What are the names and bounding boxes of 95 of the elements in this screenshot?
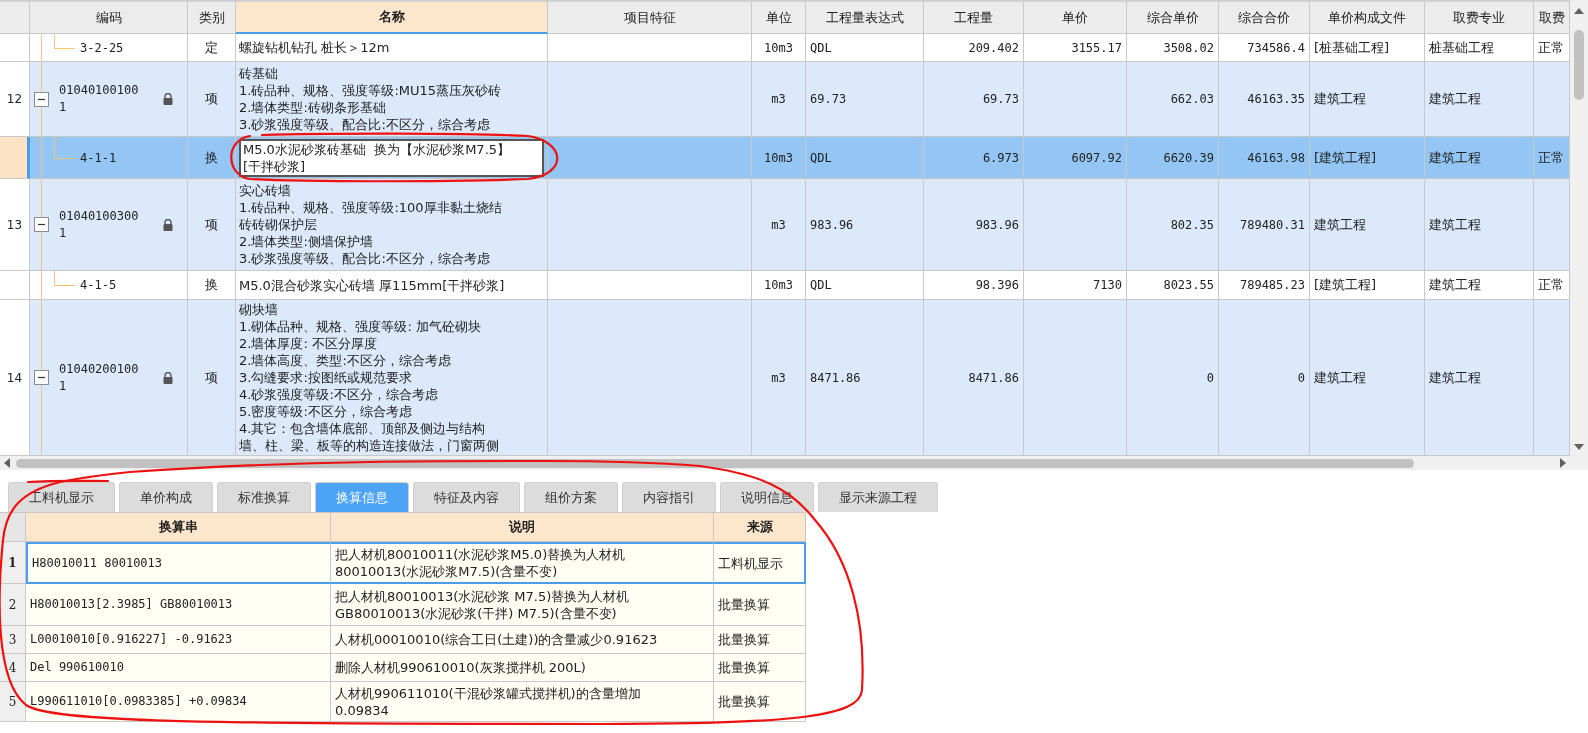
column-header[interactable]: 单价 <box>1024 2 1127 34</box>
name-line: 实心砖墙 <box>239 182 292 199</box>
column-header[interactable]: 说明 <box>331 513 714 542</box>
column-header[interactable]: 来源 <box>714 513 806 542</box>
row-header[interactable]: 1 <box>0 542 26 584</box>
column-header[interactable]: 取费 <box>1534 2 1570 34</box>
table-cell: 批量换算 <box>714 654 806 682</box>
name-line: 墙、柱、梁、板等的构造连接做法，门窗两侧 <box>239 437 499 454</box>
row-header[interactable]: 4 <box>0 654 26 682</box>
table-row[interactable]: 4-1-5 换 M5.0混合砂浆实心砖墙 厚115mm[干拌砂浆] 10m3 QDL 98.396 7130 8023.55 789485.23 [建筑工程] 建筑工程 正常 <box>0 271 1570 300</box>
name-line: 3.砂浆强度等级、配合比:不区分，综合考虑 <box>239 250 491 267</box>
panel-tab[interactable]: 内容指引 <box>622 482 716 512</box>
name-line: 4.砂浆强度等级:不区分，综合考虑 <box>239 386 439 403</box>
name-input[interactable]: M5.0水泥砂浆砖基础 换为【水泥砂浆M7.5】 [干拌砂浆] <box>239 138 544 177</box>
column-header[interactable]: 综合合价 <box>1219 2 1310 34</box>
column-header[interactable]: 单位 <box>752 2 806 34</box>
table-cell: 把人材机80010011(水泥砂浆M5.0)替换为人材机 80010013(水泥砂浆M7.5)(含量不变) <box>331 542 714 584</box>
scrollbar-thumb[interactable] <box>1574 30 1584 100</box>
collapse-button[interactable] <box>34 91 49 107</box>
row-header[interactable]: 5 <box>0 682 26 722</box>
table-cell: H80010013[2.3985] GB80010013 <box>26 584 331 626</box>
row-header[interactable]: 3 <box>0 626 26 654</box>
column-header[interactable]: 综合单价 <box>1127 2 1219 34</box>
scroll-left-icon[interactable] <box>4 458 10 468</box>
table-cell: 批量换算 <box>714 682 806 722</box>
row-header[interactable]: 13 <box>0 179 30 271</box>
table-cell: 删除人材机990610010(灰浆搅拌机 200L) <box>331 654 714 682</box>
column-header[interactable]: 单价构成文件 <box>1310 2 1425 34</box>
collapse-button[interactable] <box>34 370 49 385</box>
name-line: M5.0水泥砂浆砖基础 换为【水泥砂浆M7.5】 <box>243 140 512 158</box>
name-line: 3.勾缝要求:按图纸或规范要求 <box>239 369 413 386</box>
name-line: 砖砖砌保护层 <box>239 216 318 233</box>
name-line: 1.砖品种、规格、强度等级:100厚非黏土烧结 <box>239 199 502 216</box>
name-line: 螺旋钻机钻孔 桩长＞12m <box>239 39 390 56</box>
table-row[interactable] <box>0 300 1570 456</box>
panel-tab[interactable]: 单价构成 <box>119 482 213 512</box>
name-line: 4.其它：包含墙体底部、顶部及侧边与结构 <box>239 420 487 437</box>
name-line: 2.墙体厚度: 不区分厚度 <box>239 335 378 352</box>
column-header[interactable]: 换算串 <box>26 513 331 542</box>
horizontal-scrollbar[interactable] <box>0 456 1588 470</box>
table-cell: H80010011 80010013 <box>26 542 331 584</box>
row-header[interactable]: 2 <box>0 584 26 626</box>
tree-line <box>54 137 75 159</box>
column-header[interactable]: 工程量表达式 <box>806 2 924 34</box>
table-cell: 人材机990611010(干混砂浆罐式搅拌机)的含量增加 0.09834 <box>331 682 714 722</box>
name-line: 2.墙体类型:侧墙保护墙 <box>239 233 374 250</box>
name-line: 砖基础 <box>239 65 279 82</box>
table-cell: 批量换算 <box>714 584 806 626</box>
name-line: 2.墙体类型:砖砌条形基础 <box>239 99 387 116</box>
item-code: 4-1-1 <box>80 150 117 165</box>
name-line: 砌块墙 <box>239 301 279 318</box>
item-code: 010402001001 <box>59 360 139 395</box>
table-cell: 批量换算 <box>714 626 806 654</box>
table-cell: L00010010[0.916227] -0.91623 <box>26 626 331 654</box>
table-cell: L990611010[0.0983385] +0.09834 <box>26 682 331 722</box>
table-row[interactable]: 13 010401003001 项 实心砖墙 1.砖品种、规格、强度等级:100厚非黏土烧结 砖砖砌保护层 2.墙体类型:侧墙保护墙 3.砂浆强度等级、配合比:不区分，综合考虑 m3 983.96 983.96 802.35 789480.31 建筑工程 建筑工程 <box>0 179 1570 271</box>
column-header[interactable]: 编码 <box>30 2 188 34</box>
name-line: 1.砖品种、规格、强度等级:MU15蒸压灰砂砖 <box>239 82 502 99</box>
panel-tab[interactable]: 显示来源工程 <box>818 482 938 512</box>
scroll-right-icon[interactable] <box>1560 458 1566 468</box>
column-header[interactable]: 工程量 <box>924 2 1024 34</box>
table-cell: Del 990610010 <box>26 654 331 682</box>
panel-tab[interactable]: 组价方案 <box>524 482 618 512</box>
collapse-button[interactable] <box>34 217 49 232</box>
item-code: 010401003001 <box>59 207 139 242</box>
table-row[interactable]: 3-2-25 定 螺旋钻机钻孔 桩长＞12m 10m3 QDL 209.402 3155.17 3508.02 734586.4 [桩基础工程] 桩基础工程 正常 <box>0 34 1570 62</box>
scroll-up-icon[interactable] <box>1574 8 1584 14</box>
row-header[interactable]: 12 <box>0 62 30 137</box>
panel-tab[interactable]: 特征及内容 <box>413 482 520 512</box>
name-line: 1.砌体品种、规格、强度等级: 加气砼砌块 <box>239 318 482 335</box>
table-row[interactable]: 12 010401001001 项 砖基础 1.砖品种、规格、强度等级:MU15蒸压灰砂砖 2.墙体类型:砖砌条形基础 3.砂浆强度等级、配合比:不区分，综合考虑 m3 69.73 69.73 662.03 46163.35 建筑工程 建筑工程 <box>0 62 1570 137</box>
table-cell: 把人材机80010013(水泥砂浆 M7.5)替换为人材机 GB80010013(水泥砂浆(干拌) M7.5)(含量不变) <box>331 584 714 626</box>
row-header[interactable] <box>0 137 30 179</box>
item-code: 010401001001 <box>59 82 139 116</box>
vertical-scrollbar[interactable] <box>1570 0 1588 456</box>
name-line: 2.墙体高度、类型:不区分，综合考虑 <box>239 352 452 369</box>
item-code: 4-1-5 <box>80 278 117 292</box>
name-line: 3.砂浆强度等级、配合比:不区分，综合考虑 <box>239 116 491 133</box>
row-header[interactable]: 14 <box>0 300 30 456</box>
column-header[interactable]: 名称 <box>236 2 548 34</box>
column-header[interactable]: 取费专业 <box>1425 2 1534 34</box>
column-header[interactable]: 项目特征 <box>548 2 752 34</box>
scroll-down-icon[interactable] <box>1574 444 1584 450</box>
table-cell: 工料机显示 <box>714 542 806 584</box>
name-line: [干拌砂浆] <box>243 157 307 175</box>
column-header[interactable]: 类别 <box>188 2 236 34</box>
panel-tab[interactable]: 标准换算 <box>217 482 311 512</box>
tree-line <box>54 34 75 49</box>
scrollbar-thumb[interactable] <box>16 459 1414 468</box>
item-code: 3-2-25 <box>80 40 124 55</box>
name-line: 5.密度等级:不区分，综合考虑 <box>239 403 413 420</box>
name-line: M5.0混合砂浆实心砖墙 厚115mm[干拌砂浆] <box>239 276 505 294</box>
table-cell: 人材机00010010(综合工日(土建))的含量减少0.91623 <box>331 626 714 654</box>
table-row[interactable]: 4-1-1 换 M5.0水泥砂浆砖基础 换为【水泥砂浆M7.5】 [干拌砂浆] 10m3 QDL 6.973 6097.92 6620.39 46163.98 [建筑工程] 建筑工程 正常 <box>0 137 1570 179</box>
tree-line <box>54 271 75 286</box>
